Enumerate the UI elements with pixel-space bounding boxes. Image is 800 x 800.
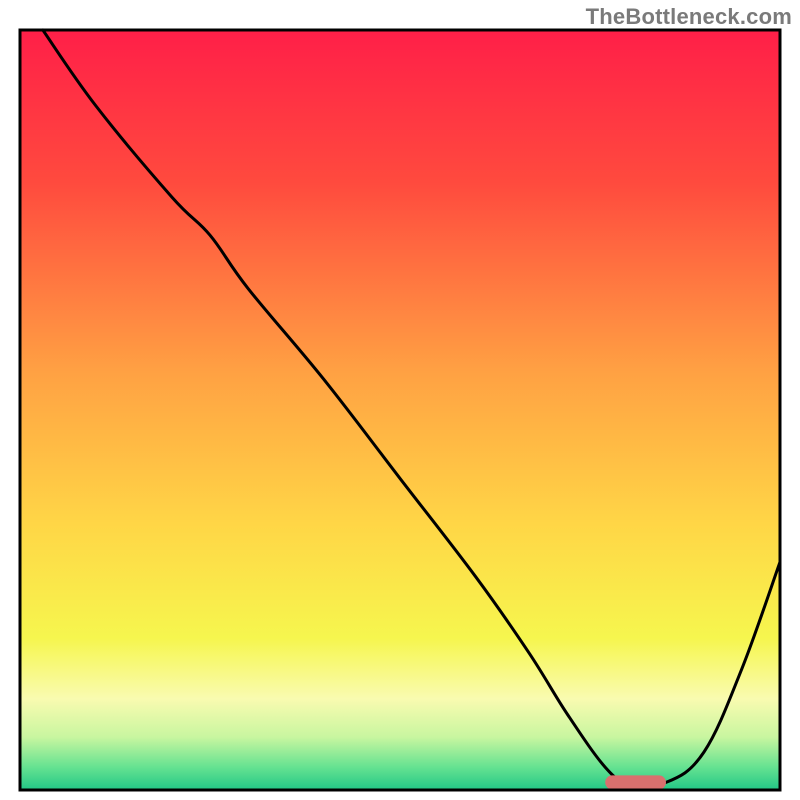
plot-background [20,30,780,790]
minimum-marker [605,775,666,789]
chart-stage: TheBottleneck.com [0,0,800,800]
bottleneck-chart [0,0,800,800]
